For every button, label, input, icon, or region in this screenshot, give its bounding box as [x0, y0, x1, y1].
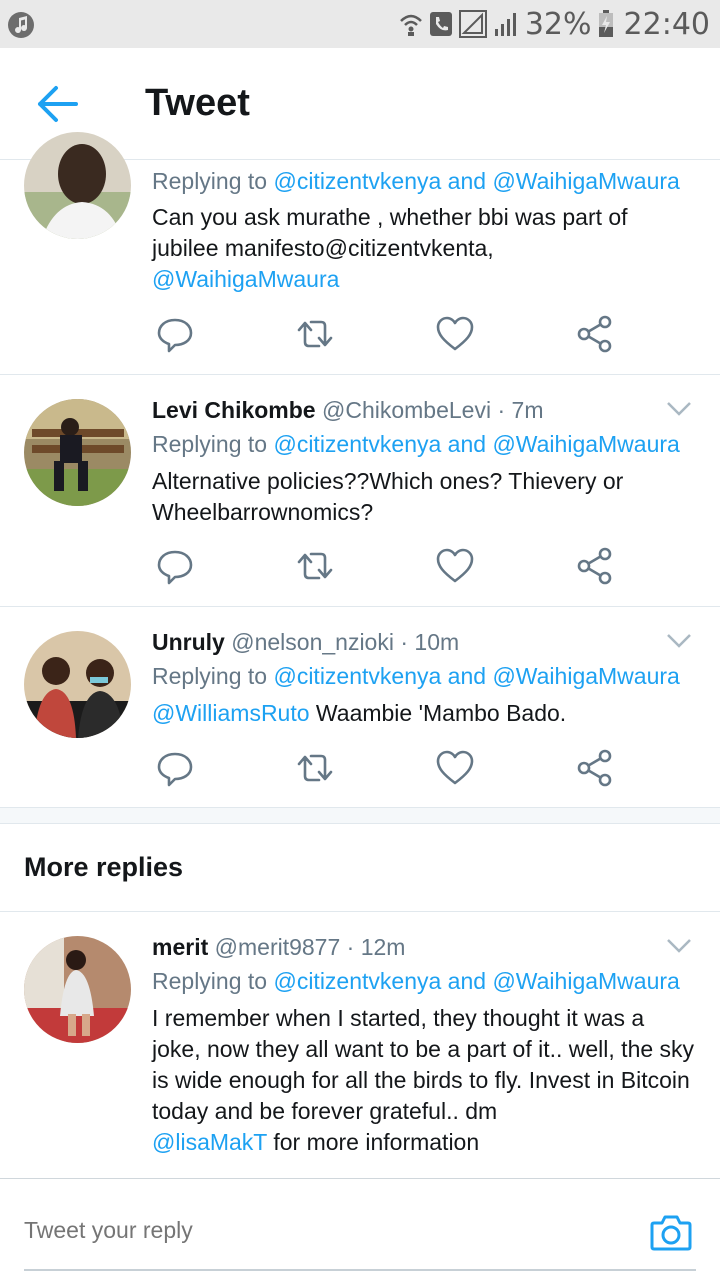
chevron-down-icon[interactable] — [666, 401, 692, 417]
display-name[interactable]: Unruly — [152, 629, 225, 655]
tweet-actions — [152, 314, 622, 354]
tweet-text: Can you ask murathe , whether bbi was pa… — [152, 204, 628, 292]
avatar[interactable] — [24, 399, 131, 506]
status-bar: 32% 22:40 — [0, 0, 720, 48]
tweet-header: merit @merit9877 · 12m — [152, 934, 406, 960]
reply-composer — [0, 1178, 720, 1280]
phone-call-icon — [429, 12, 452, 36]
section-title: More replies — [24, 852, 184, 882]
timestamp: 12m — [360, 934, 406, 960]
tweet-card[interactable]: Levi Chikombe @ChikombeLevi · 7m Replyin… — [0, 375, 720, 607]
mention-link[interactable]: @lisaMakT — [152, 1129, 267, 1155]
mention-link[interactable]: @citizentvkenya — [273, 431, 441, 457]
mention-link[interactable]: @citizentvkenya — [273, 663, 441, 689]
battery-percent: 32% — [524, 6, 592, 42]
like-icon[interactable] — [435, 314, 475, 354]
tweet-actions — [152, 546, 622, 586]
mention-link[interactable]: @WaihigaMwaura — [492, 431, 679, 457]
like-icon[interactable] — [435, 546, 475, 586]
like-icon[interactable] — [435, 748, 475, 788]
tweet-header: Unruly @nelson_nzioki · 10m — [152, 629, 460, 655]
reply-icon[interactable] — [155, 314, 195, 354]
camera-icon[interactable] — [650, 1211, 692, 1253]
retweet-icon[interactable] — [295, 546, 335, 586]
clock: 22:40 — [623, 6, 710, 42]
share-icon[interactable] — [575, 748, 615, 788]
section-divider — [0, 808, 720, 824]
mention-link[interactable]: @WaihigaMwaura — [492, 968, 679, 994]
user-handle[interactable]: @merit9877 — [215, 934, 341, 960]
replying-to: Replying to @citizentvkenya and @Waihiga… — [152, 968, 680, 994]
reply-input[interactable] — [24, 1217, 584, 1244]
timestamp: 7m — [511, 397, 544, 423]
retweet-icon[interactable] — [295, 748, 335, 788]
status-icons: 32% 22:40 — [399, 6, 710, 42]
page-title: Tweet — [145, 82, 250, 124]
battery-charging-icon — [598, 10, 613, 37]
tweet-text: I remember when I started, they thought … — [152, 1005, 695, 1155]
tweet-text: @WilliamsRuto Waambie 'Mambo Bado. — [152, 700, 567, 726]
tweet-header: Levi Chikombe @ChikombeLevi · 7m — [152, 397, 544, 423]
timestamp: 10m — [414, 629, 460, 655]
mention-link[interactable]: @WaihigaMwaura — [492, 663, 679, 689]
signal-sim2-icon — [494, 13, 516, 36]
signal-sim1-icon — [458, 10, 487, 38]
arrow-left-icon[interactable] — [36, 84, 78, 124]
reply-icon[interactable] — [155, 546, 195, 586]
avatar[interactable] — [24, 631, 131, 738]
retweet-icon[interactable] — [295, 314, 335, 354]
user-handle[interactable]: @ChikombeLevi — [322, 397, 491, 423]
tweet-card[interactable]: Replying to @citizentvkenya and @Waihiga… — [0, 132, 720, 375]
reply-icon[interactable] — [155, 748, 195, 788]
display-name[interactable]: merit — [152, 934, 208, 960]
mention-link[interactable]: @WilliamsRuto — [152, 700, 310, 726]
avatar[interactable] — [24, 132, 131, 239]
wifi-call-icon — [399, 14, 422, 36]
tweet-text: Alternative policies??Which ones? Thieve… — [152, 468, 624, 525]
tweet-card[interactable]: merit @merit9877 · 12m Replying to @citi… — [0, 912, 720, 1178]
chevron-down-icon[interactable] — [666, 633, 692, 649]
replying-to: Replying to @citizentvkenya and @Waihiga… — [152, 663, 680, 689]
avatar[interactable] — [24, 936, 131, 1043]
display-name[interactable]: Levi Chikombe — [152, 397, 316, 423]
share-icon[interactable] — [575, 314, 615, 354]
replying-to: Replying to @citizentvkenya and @Waihiga… — [152, 431, 680, 457]
tweet-card[interactable]: Unruly @nelson_nzioki · 10m Replying to … — [0, 607, 720, 808]
more-replies-header: More replies — [0, 824, 720, 912]
share-icon[interactable] — [575, 546, 615, 586]
music-notification-icon — [8, 12, 34, 38]
replying-to: Replying to @citizentvkenya and @Waihiga… — [152, 168, 680, 194]
mention-link[interactable]: @WaihigaMwaura — [492, 168, 679, 194]
tweet-actions — [152, 748, 622, 788]
mention-link[interactable]: @WaihigaMwaura — [152, 266, 339, 292]
mention-link[interactable]: @citizentvkenya — [273, 168, 441, 194]
chevron-down-icon[interactable] — [666, 938, 692, 954]
mention-link[interactable]: @citizentvkenya — [273, 968, 441, 994]
user-handle[interactable]: @nelson_nzioki — [231, 629, 394, 655]
input-underline — [24, 1269, 696, 1271]
